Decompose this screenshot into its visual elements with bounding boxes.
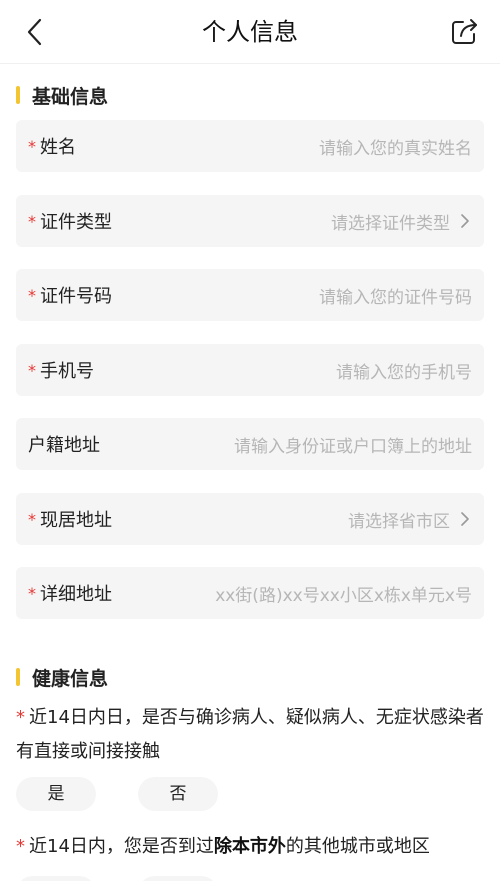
field-label: 现居地址 — [40, 510, 112, 531]
option-no-button[interactable]: 否 — [138, 777, 218, 811]
question-text: 近14日内日，是否与确诊病人、疑似病人、无症状感染者有直接或间接接触 — [16, 707, 484, 762]
required-mark: * — [28, 360, 36, 380]
detail-address-input[interactable]: xx街(路)xx号xx小区x栋x单元x号 — [112, 581, 472, 606]
question-travel: * 近14日内，您是否到过除本市外的其他城市或地区 — [16, 830, 486, 864]
household-address-input[interactable]: 请输入身份证或户口簿上的地址 — [100, 432, 472, 457]
required-mark: * — [16, 836, 25, 857]
phone-field[interactable]: * 手机号 请输入您的手机号 — [16, 344, 484, 396]
section-title: 健康信息 — [32, 667, 109, 690]
required-mark: * — [28, 211, 36, 231]
current-address-select[interactable]: * 现居地址 请选择省市区 — [16, 493, 484, 545]
question-text-after: 的其他城市或地区 — [285, 836, 430, 857]
share-icon[interactable] — [448, 14, 482, 48]
required-mark: * — [28, 136, 36, 156]
field-label: 手机号 — [40, 361, 94, 382]
option-pill-partial[interactable] — [16, 876, 96, 881]
name-input[interactable]: 请输入您的真实姓名 — [76, 134, 472, 159]
field-label: 证件号码 — [40, 286, 112, 307]
section-health-info: 健康信息 — [16, 663, 108, 691]
id-type-select[interactable]: * 证件类型 请选择证件类型 — [16, 195, 484, 247]
chevron-right-icon — [461, 512, 469, 526]
field-label: 户籍地址 — [28, 435, 100, 456]
phone-input[interactable]: 请输入您的手机号 — [94, 358, 472, 383]
chevron-right-icon — [461, 214, 469, 228]
required-mark: * — [28, 583, 36, 603]
required-mark: * — [28, 509, 36, 529]
question-text-before: 近14日内，您是否到过 — [29, 836, 214, 857]
section-accent-bar — [16, 668, 20, 686]
option-pill-partial[interactable] — [138, 876, 218, 881]
field-label: 详细地址 — [40, 584, 112, 605]
required-mark: * — [16, 707, 25, 728]
question-contact: * 近14日内日，是否与确诊病人、疑似病人、无症状感染者有直接或间接接触 — [16, 701, 486, 769]
name-field[interactable]: * 姓名 请输入您的真实姓名 — [16, 120, 484, 172]
current-address-value[interactable]: 请选择省市区 — [112, 507, 450, 532]
nav-bar: 个人信息 — [0, 0, 500, 64]
option-yes-button[interactable]: 是 — [16, 777, 96, 811]
section-accent-bar — [16, 86, 20, 104]
household-address-field[interactable]: 户籍地址 请输入身份证或户口簿上的地址 — [16, 418, 484, 470]
required-mark: * — [28, 285, 36, 305]
id-type-value[interactable]: 请选择证件类型 — [112, 209, 450, 234]
field-label: 姓名 — [40, 137, 76, 158]
section-basic-info: 基础信息 — [16, 81, 108, 109]
detail-address-field[interactable]: * 详细地址 xx街(路)xx号xx小区x栋x单元x号 — [16, 567, 484, 619]
id-number-input[interactable]: 请输入您的证件号码 — [112, 283, 472, 308]
field-label: 证件类型 — [40, 212, 112, 233]
page-title: 个人信息 — [202, 18, 298, 46]
section-title: 基础信息 — [32, 85, 109, 108]
id-number-field[interactable]: * 证件号码 请输入您的证件号码 — [16, 269, 484, 321]
question-text-bold: 除本市外 — [213, 836, 286, 857]
